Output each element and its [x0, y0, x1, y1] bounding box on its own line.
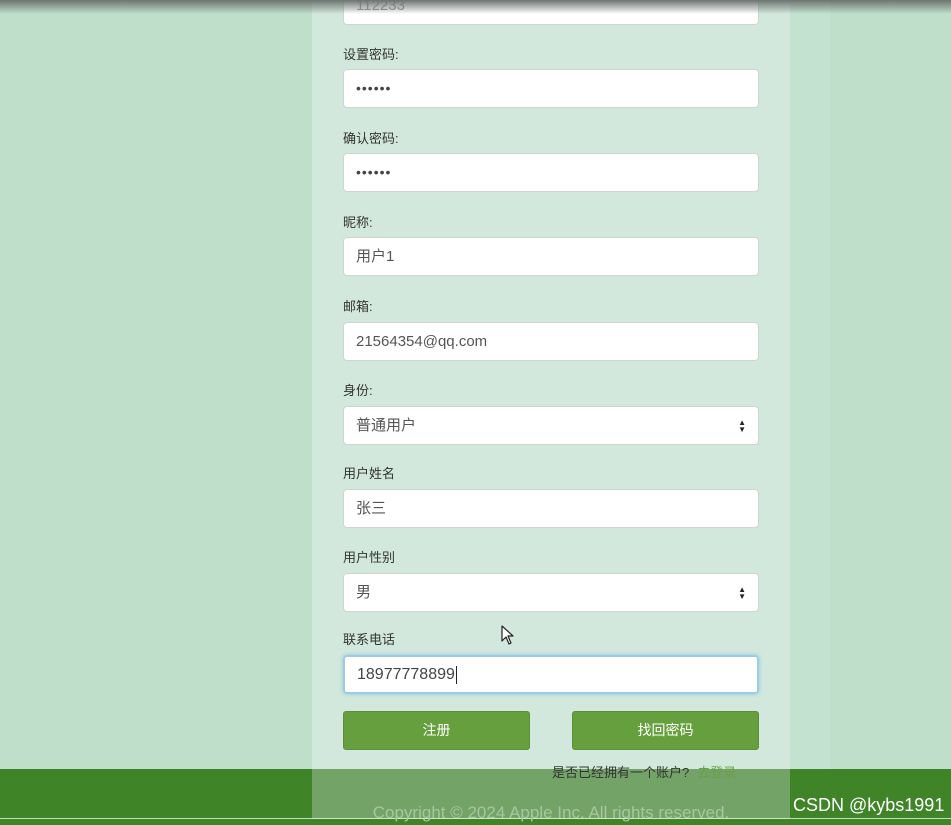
- footer-copyright: Copyright © 2024 Apple Inc. All rights r…: [372, 803, 730, 822]
- password-label: 设置密码:: [343, 47, 399, 62]
- password-input[interactable]: ••••••: [343, 69, 759, 108]
- login-prompt: 是否已经拥有一个账户? 去登录: [552, 762, 736, 781]
- gender-select[interactable]: 男 ▲ ▼: [343, 573, 759, 612]
- top-shadow: [0, 0, 951, 14]
- gender-label: 用户性别: [343, 550, 396, 565]
- updown-arrows-icon: ▲ ▼: [738, 584, 746, 601]
- gender-selected-value: 男: [356, 584, 372, 601]
- mouse-pointer-icon: [501, 625, 514, 645]
- background-band: [790, 0, 830, 770]
- confirm-password-label: 确认密码:: [343, 131, 399, 146]
- phone-value: 18977778899: [357, 666, 455, 683]
- go-login-link[interactable]: 去登录: [697, 765, 736, 780]
- updown-arrows-icon: ▲ ▼: [738, 417, 746, 434]
- confirm-password-input[interactable]: ••••••: [343, 153, 759, 192]
- phone-label: 联系电话: [343, 632, 396, 647]
- login-prompt-text: 是否已经拥有一个账户?: [552, 765, 690, 780]
- text-caret: [455, 665, 457, 684]
- role-select[interactable]: 普通用户 ▲ ▼: [343, 406, 759, 445]
- watermark: CSDN @kybs1991: [793, 795, 945, 815]
- register-button[interactable]: 注册: [343, 711, 530, 750]
- recover-password-button[interactable]: 找回密码: [572, 711, 759, 750]
- realname-input[interactable]: 张三: [343, 489, 759, 528]
- role-selected-value: 普通用户: [356, 417, 417, 434]
- email-input[interactable]: 21564354@qq.com: [343, 322, 759, 361]
- nickname-label: 昵称:: [343, 215, 373, 230]
- realname-label: 用户姓名: [343, 466, 396, 481]
- nickname-input[interactable]: 用户1: [343, 237, 759, 276]
- role-label: 身份:: [343, 383, 373, 398]
- email-label: 邮箱:: [343, 299, 373, 314]
- phone-input[interactable]: 18977778899: [343, 655, 759, 694]
